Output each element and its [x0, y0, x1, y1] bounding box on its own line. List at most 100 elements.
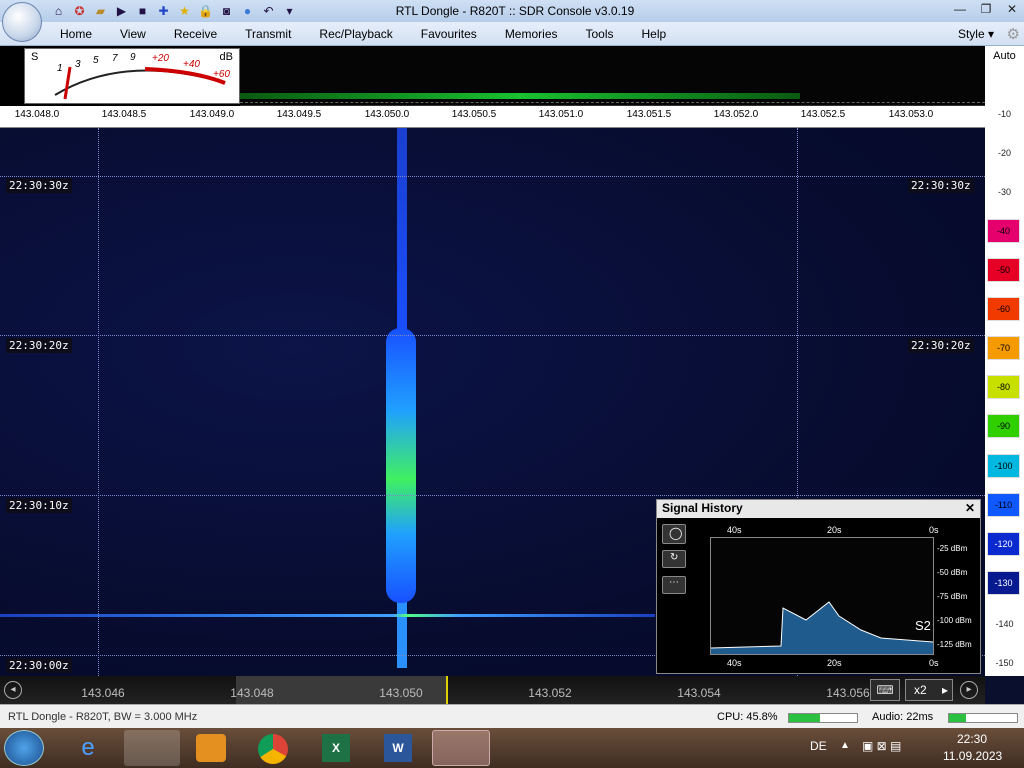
record-button[interactable]: ◯ [662, 524, 686, 544]
add-icon[interactable]: ✚ [155, 3, 172, 19]
db-tick: -60 [987, 297, 1020, 321]
s-meter-tick: 3 [75, 59, 81, 70]
freq-gridline [98, 128, 99, 676]
minimize-button[interactable]: — [948, 0, 972, 18]
excel-icon[interactable]: X [322, 734, 350, 762]
signal-history-plot [710, 537, 934, 655]
history-y-tick: -50 dBm [937, 568, 968, 577]
history-x-tick: 40s [727, 658, 742, 668]
history-x-tick: 40s [727, 525, 742, 535]
menu-help[interactable]: Help [628, 22, 681, 46]
undo-icon[interactable]: ↶ [260, 3, 277, 19]
signal-history-header: Signal History ✕ [657, 500, 980, 518]
keyboard-button[interactable]: ⌨ [870, 679, 900, 701]
freq-tick: 143.048 [230, 686, 274, 700]
db-tick: -120 [987, 532, 1020, 556]
lock-icon[interactable]: 🔒 [197, 3, 214, 19]
menu-receive[interactable]: Receive [160, 22, 231, 46]
cpu-meter-fill [789, 714, 821, 722]
zoom-label: x2 [914, 683, 927, 697]
history-x-tick: 0s [929, 525, 939, 535]
freq-tick: 143.052 [528, 686, 572, 700]
auto-scale-button[interactable]: Auto [985, 50, 1024, 62]
maximize-button[interactable]: ❐ [974, 0, 998, 18]
zoom-selector[interactable]: x2 ▸ [905, 679, 953, 701]
media-player-icon[interactable] [196, 734, 226, 762]
freq-tick: 143.056 [826, 686, 870, 700]
dropdown-icon[interactable]: ▾ [281, 3, 298, 19]
frequency-ruler-top[interactable]: 143.048.0 143.048.5 143.049.0 143.049.5 … [0, 106, 985, 124]
freq-tick: 143.048.5 [101, 109, 147, 120]
freq-tick: 143.048.0 [14, 109, 60, 120]
spectrum-display[interactable] [240, 46, 985, 106]
home-icon[interactable]: ⌂ [50, 3, 67, 19]
chrome-icon[interactable] [258, 734, 288, 764]
tray-icons[interactable]: ▣ ⊠ ▤ [862, 739, 901, 753]
spectrum-trace [240, 102, 985, 103]
device-info: RTL Dongle - R820T, BW = 3.000 MHz [8, 711, 198, 723]
time-gridline [0, 176, 985, 177]
freq-tick: 143.051.5 [626, 109, 672, 120]
reset-button[interactable]: ↻ [662, 550, 686, 568]
ie-icon[interactable]: e [70, 734, 106, 764]
history-y-tick: -100 dBm [937, 616, 972, 625]
clock-time[interactable]: 22:30 [957, 732, 987, 746]
tray-chevron-icon[interactable]: ▲ [840, 740, 850, 751]
s-meter-s-label: S [31, 51, 39, 63]
s-meter-tick: 9 [130, 52, 136, 63]
style-menu[interactable]: Style ▾ [958, 27, 994, 41]
time-label: 22:30:20z [6, 338, 72, 353]
cpu-meter [788, 713, 858, 723]
more-button[interactable]: ⋯ [662, 576, 686, 594]
window-controls: — ❐ ✕ [946, 0, 1024, 18]
keyboard-icon: ⌨ [876, 683, 894, 697]
word-icon[interactable]: W [384, 734, 412, 762]
menu-home[interactable]: Home [46, 22, 106, 46]
db-tick: -20 [997, 148, 1011, 158]
menu-rec-playback[interactable]: Rec/Playback [305, 22, 406, 46]
s-meter: S dB 1 3 5 7 9 +20 +40 +60 [24, 48, 240, 104]
explorer-icon[interactable] [124, 730, 180, 766]
freq-tick: 143.050 [379, 686, 423, 700]
folder-icon[interactable]: ▰ [92, 3, 109, 19]
freq-tick: 143.053.0 [888, 109, 934, 120]
language-indicator[interactable]: DE [810, 739, 827, 753]
record-icon: ◯ [669, 526, 683, 540]
stop-icon[interactable]: ■ [134, 3, 151, 19]
drop-icon[interactable]: ● [239, 3, 256, 19]
play-icon[interactable]: ▶ [113, 3, 130, 19]
sdr-console-taskbar-icon[interactable] [432, 730, 490, 766]
menu-transmit[interactable]: Transmit [231, 22, 305, 46]
menu-favourites[interactable]: Favourites [407, 22, 491, 46]
tuning-marker[interactable] [446, 676, 448, 704]
freq-tick: 143.050.0 [364, 109, 410, 120]
signal-burst [386, 328, 416, 603]
close-icon[interactable]: ✕ [965, 501, 975, 515]
time-gridline [0, 495, 985, 496]
time-gridline [0, 335, 985, 336]
s-meter-tick: +60 [213, 69, 230, 80]
close-button[interactable]: ✕ [1000, 0, 1024, 18]
app-menu-button[interactable] [2, 2, 42, 42]
db-tick: -90 [987, 414, 1020, 438]
db-tick: -70 [987, 336, 1020, 360]
window-title: RTL Dongle - R820T :: SDR Console v3.0.1… [395, 4, 635, 18]
frequency-ruler-bottom[interactable]: ◂ 143.046 143.048 143.050 143.052 143.05… [0, 676, 985, 704]
settings-gear-icon[interactable]: ⚙ [1007, 25, 1020, 43]
clock-date[interactable]: 11.09.2023 [943, 749, 1002, 763]
s-meter-tick: 1 [57, 63, 63, 74]
camera-icon[interactable]: ◙ [218, 3, 235, 19]
menu-memories[interactable]: Memories [491, 22, 572, 46]
quick-access-toolbar: ⌂ ✪ ▰ ▶ ■ ✚ ★ 🔒 ◙ ● ↶ ▾ [50, 3, 298, 19]
menu-view[interactable]: View [106, 22, 160, 46]
scroll-right-button[interactable]: ▸ [960, 681, 978, 699]
freq-tick: 143.049.5 [276, 109, 322, 120]
windows-taskbar: e X W DE ▲ ▣ ⊠ ▤ 22:30 11.09.2023 [0, 728, 1024, 768]
star-icon[interactable]: ★ [176, 3, 193, 19]
start-button[interactable] [4, 730, 44, 766]
scroll-left-button[interactable]: ◂ [4, 681, 22, 699]
lifebuoy-icon[interactable]: ✪ [71, 3, 88, 19]
status-bar: RTL Dongle - R820T, BW = 3.000 MHz CPU: … [0, 704, 1024, 728]
audio-meter-fill [949, 714, 966, 722]
menu-tools[interactable]: Tools [572, 22, 628, 46]
